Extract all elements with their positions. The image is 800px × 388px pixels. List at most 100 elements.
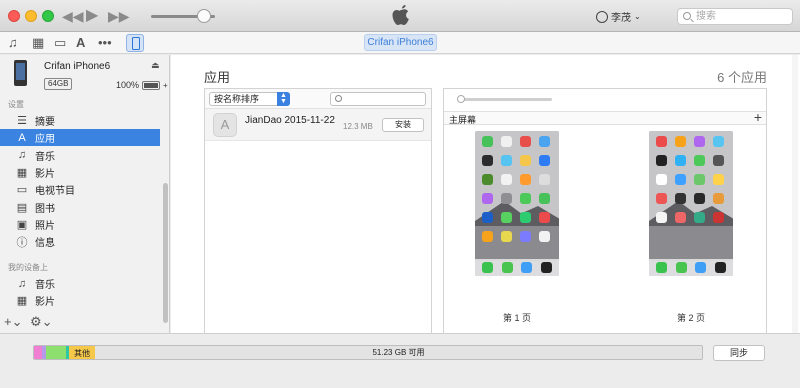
- more-icon[interactable]: •••: [98, 35, 112, 51]
- wechat-icon[interactable]: [675, 262, 687, 273]
- music-note-icon[interactable]: ♫: [8, 35, 18, 51]
- app-icon[interactable]: [694, 136, 705, 147]
- sort-select[interactable]: 按名称排序 ▲ ▼: [209, 92, 290, 106]
- phone-icon[interactable]: [656, 262, 668, 273]
- install-button[interactable]: 安装: [382, 118, 424, 132]
- app-icon[interactable]: [539, 212, 550, 223]
- sidebar-item-settings-2[interactable]: ♫ 音乐: [0, 147, 160, 164]
- list-item[interactable]: A JianDao 2015-11-22 12.3 MB 安装: [205, 109, 431, 141]
- app-icon[interactable]: [501, 155, 512, 166]
- app-icon[interactable]: [501, 174, 512, 185]
- phone-icon[interactable]: [482, 262, 494, 273]
- camera-icon[interactable]: [714, 262, 726, 273]
- app-icon[interactable]: [675, 174, 686, 185]
- sidebar-item-device-0[interactable]: ♫ 音乐: [0, 275, 160, 292]
- app-icon[interactable]: [656, 174, 667, 185]
- app-icon[interactable]: [694, 212, 705, 223]
- home-page-1[interactable]: [475, 131, 559, 276]
- fast-forward-icon[interactable]: ▶▶: [108, 7, 130, 25]
- app-icon[interactable]: [713, 136, 724, 147]
- app-icon[interactable]: [482, 155, 493, 166]
- film-icon[interactable]: ▦: [32, 35, 44, 51]
- rewind-icon[interactable]: ◀◀: [62, 7, 84, 25]
- sidebar-item-settings-3[interactable]: ▦ 影片: [0, 164, 160, 181]
- app-icon[interactable]: [539, 193, 550, 204]
- app-icon[interactable]: [520, 136, 531, 147]
- app-icon[interactable]: [675, 155, 686, 166]
- app-icon[interactable]: [713, 155, 724, 166]
- app-icon[interactable]: [694, 193, 705, 204]
- eject-icon[interactable]: ⏏: [151, 60, 160, 71]
- app-icon[interactable]: [675, 193, 686, 204]
- app-icon[interactable]: [656, 155, 667, 166]
- music-note-icon: ♫: [17, 277, 27, 290]
- app-search-input[interactable]: [330, 92, 426, 106]
- zoom-slider[interactable]: [460, 98, 552, 101]
- app-icon[interactable]: [539, 174, 550, 185]
- zoom-slider-knob[interactable]: [457, 95, 465, 103]
- device-button[interactable]: [126, 34, 144, 52]
- camera-icon[interactable]: [540, 262, 552, 273]
- app-icon[interactable]: [656, 212, 667, 223]
- app-icon[interactable]: [520, 155, 531, 166]
- app-icon[interactable]: [501, 136, 512, 147]
- add-playlist-button[interactable]: +⌄: [4, 314, 22, 330]
- home-screen-panel: 主屏幕 + 第 1 页 第 2 页: [443, 88, 767, 333]
- app-icon[interactable]: [694, 155, 705, 166]
- gear-icon[interactable]: ⚙⌄: [30, 314, 53, 330]
- app-list-panel: 按名称排序 ▲ ▼ A JianDao 2015-11-22 12.3 MB 安装: [204, 88, 432, 333]
- app-store-icon[interactable]: A: [76, 35, 85, 51]
- app-icon[interactable]: [501, 193, 512, 204]
- app-icon[interactable]: [539, 231, 550, 242]
- app-icon[interactable]: [482, 212, 493, 223]
- app-icon[interactable]: [501, 231, 512, 242]
- sidebar-item-settings-0[interactable]: ☰ 摘要: [0, 112, 160, 129]
- wechat-icon[interactable]: [501, 262, 513, 273]
- capacity-bar[interactable]: 51.23 GB 可用 其他: [33, 345, 703, 360]
- play-icon[interactable]: ▶: [86, 7, 98, 25]
- sidebar-item-settings-7[interactable]: ⓘ 信息: [0, 233, 160, 250]
- sidebar-item-settings-5[interactable]: ▤ 图书: [0, 199, 160, 216]
- close-window-button[interactable]: [8, 10, 20, 22]
- add-page-button[interactable]: +: [754, 109, 762, 125]
- zoom-window-button[interactable]: [42, 10, 54, 22]
- app-icon[interactable]: [520, 193, 531, 204]
- home-page-2[interactable]: [649, 131, 733, 276]
- app-icon[interactable]: [539, 155, 550, 166]
- app-icon[interactable]: [520, 212, 531, 223]
- minimize-window-button[interactable]: [25, 10, 37, 22]
- app-icon[interactable]: [501, 212, 512, 223]
- account-menu[interactable]: 李茂 ⌄: [596, 9, 641, 24]
- app-icon[interactable]: [520, 231, 531, 242]
- app-icon[interactable]: [675, 136, 686, 147]
- charging-icon: +: [163, 80, 168, 90]
- app-icon[interactable]: [656, 193, 667, 204]
- volume-slider-knob[interactable]: [197, 9, 211, 23]
- safari-icon[interactable]: [521, 262, 533, 273]
- app-icon[interactable]: [482, 231, 493, 242]
- app-icon[interactable]: [520, 174, 531, 185]
- app-icon[interactable]: [482, 136, 493, 147]
- app-icon[interactable]: [656, 136, 667, 147]
- app-icon[interactable]: [713, 212, 724, 223]
- app-icon[interactable]: [539, 136, 550, 147]
- app-icon[interactable]: [713, 193, 724, 204]
- sidebar-item-settings-4[interactable]: ▭ 电视节目: [0, 181, 160, 198]
- app-icon[interactable]: [713, 174, 724, 185]
- safari-icon[interactable]: [695, 262, 707, 273]
- app-icon[interactable]: [694, 174, 705, 185]
- sidebar-scrollbar[interactable]: [163, 183, 168, 323]
- app-icon[interactable]: [482, 174, 493, 185]
- tv-icon[interactable]: ▭: [54, 35, 66, 51]
- sidebar-item-settings-1[interactable]: A 应用: [0, 129, 160, 147]
- sidebar-item-label: 电视节目: [35, 186, 75, 198]
- main-scrollbar[interactable]: [792, 55, 798, 333]
- search-input[interactable]: 搜索: [677, 8, 793, 25]
- app-icon[interactable]: [675, 212, 686, 223]
- sidebar-item-device-1[interactable]: ▦ 影片: [0, 292, 160, 309]
- sidebar-item-settings-6[interactable]: ▣ 照片: [0, 216, 160, 233]
- sync-button[interactable]: 同步: [713, 345, 765, 361]
- home-screen-label: 主屏幕: [449, 115, 477, 125]
- device-tab[interactable]: Crifan iPhone6: [364, 34, 437, 51]
- app-icon[interactable]: [482, 193, 493, 204]
